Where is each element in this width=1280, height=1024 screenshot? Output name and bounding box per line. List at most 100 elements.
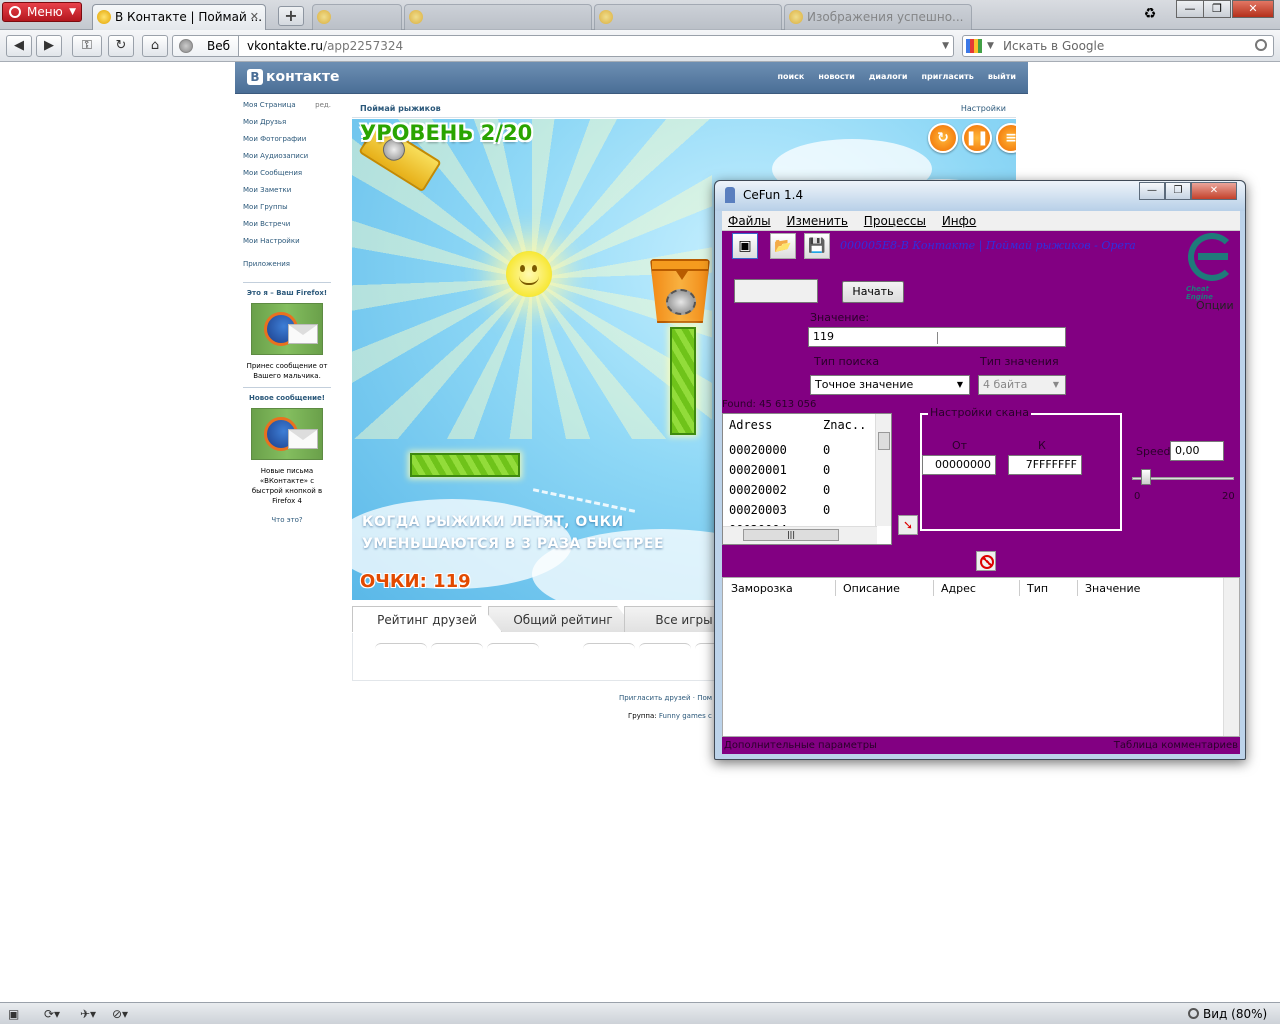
app-settings-link[interactable]: Настройки [961,104,1006,113]
tab-vkontakte[interactable]: В Контакте | Поймай ... ✕ [92,4,266,30]
chevron-down-icon[interactable]: ▼ [987,36,994,56]
stop-icon[interactable] [976,551,996,571]
left-menu-item-settings[interactable]: Мои Настройки [243,236,331,253]
tab-background-2[interactable] [404,4,592,30]
vk-logo[interactable]: Bконтакте [247,69,339,85]
col-freeze[interactable]: Заморозка [731,582,793,595]
left-menu-item-notes[interactable]: Мои Заметки [243,185,331,202]
maximize-button[interactable]: ❐ [1203,0,1231,18]
forward-button[interactable]: ▶ [36,35,62,57]
left-menu-item-friends[interactable]: Мои Друзья [243,117,331,134]
menu-icon[interactable]: ≡ [996,123,1016,153]
restart-icon[interactable]: ↻ [928,123,958,153]
left-menu-item-my-page[interactable]: Моя Страница ред. [243,100,331,117]
nav-invite[interactable]: пригласить [922,70,974,84]
from-address-input[interactable]: 00000000 [922,455,996,475]
open-folder-icon[interactable]: 📂 [770,233,796,259]
chevron-down-icon[interactable]: ▼ [942,36,949,56]
add-to-list-arrow-icon[interactable]: ➘ [898,515,918,535]
green-crate-vertical[interactable] [670,327,696,435]
list-item[interactable]: 00020001 0 [723,460,877,480]
col-value[interactable]: Значение [1085,582,1140,595]
edit-link[interactable]: ред. [315,100,331,110]
nav-dialogs[interactable]: диалоги [869,70,908,84]
tab-background-1[interactable] [312,4,402,30]
advanced-options-link[interactable]: Дополнительные параметры [724,737,877,754]
back-button[interactable]: ◀ [6,35,32,57]
footer-links[interactable]: Пригласить друзей · Пом [619,694,712,702]
list-item[interactable]: 00020002 0 [723,480,877,500]
tab-friends-rating[interactable]: Рейтинг друзей [352,606,502,632]
value-type-select[interactable]: 4 байта ▼ [978,375,1066,395]
rating-slot[interactable] [431,643,483,653]
scan-type-select[interactable]: Точное значение ▼ [810,375,970,395]
left-menu-item-apps[interactable]: Приложения [243,259,331,276]
left-menu-item-photos[interactable]: Мои Фотографии [243,134,331,151]
zoom-control[interactable]: Вид (80%) [1188,1006,1267,1022]
minimize-button[interactable]: — [1139,182,1165,200]
menu-info[interactable]: Инфо [942,211,976,231]
rating-slot[interactable] [639,643,691,653]
footer-group-link[interactable]: Funny games c [659,712,712,720]
key-icon[interactable]: ⚿ [72,35,102,57]
options-link[interactable]: Опции [1196,299,1234,312]
google-icon[interactable] [966,39,982,53]
close-tab-icon[interactable]: ✕ [250,5,259,29]
comments-table-link[interactable]: Таблица комментариев [1114,737,1238,754]
list-item[interactable]: 00020003 0 [723,500,877,520]
value-input[interactable]: 119 [808,327,1066,347]
minimize-button[interactable]: — [1176,0,1204,18]
address-input[interactable]: vkontakte.ru/app2257324 ▼ [238,35,954,57]
menu-edit[interactable]: Изменить [786,211,848,231]
col-value[interactable]: Znac.. [823,414,866,436]
rating-slot[interactable] [487,643,539,653]
select-process-icon[interactable]: ▣ [732,233,758,259]
pause-icon[interactable]: ❚❚ [962,123,992,153]
horizontal-scrollbar[interactable]: ||| [723,526,877,544]
menu-files[interactable]: Файлы [728,211,771,231]
opera-menu-button[interactable]: Меню ▼ [2,2,82,22]
close-window-button[interactable]: ✕ [1232,0,1274,18]
rating-slot[interactable] [583,643,635,653]
tab-background-3[interactable] [594,4,782,30]
green-crate-horizontal[interactable] [410,453,520,477]
unite-icon[interactable]: ⊘▾ [112,1006,128,1022]
start-scan-button[interactable]: Начать [842,281,904,303]
search-icon[interactable] [1255,39,1267,51]
app-title[interactable]: Поймай рыжиков [360,104,441,113]
google-search-input[interactable]: ▼ Искать в Google [962,35,1274,57]
cheat-table[interactable]: Заморозка Описание Адрес Тип Значение [722,577,1240,737]
left-menu-item-events[interactable]: Мои Встречи [243,219,331,236]
speed-slider[interactable] [1132,469,1234,487]
promo-title[interactable]: Новое сообщение! [243,392,331,404]
nav-search[interactable]: поиск [778,70,805,84]
vertical-scrollbar[interactable] [875,414,891,526]
slider-handle[interactable] [1141,469,1151,485]
tab-global-rating[interactable]: Общий рейтинг [488,606,638,632]
left-menu-item-audio[interactable]: Мои Аудиозаписи [243,151,331,168]
sync-icon[interactable]: ⟳▾ [44,1006,60,1022]
new-tab-button[interactable]: + [278,6,304,26]
firefox-mail-icon[interactable] [251,303,323,355]
reload-button[interactable]: ↻ [108,35,134,57]
maximize-button[interactable]: ❐ [1165,182,1191,200]
firefox-mail-icon[interactable] [251,408,323,460]
save-icon[interactable]: 💾 [804,233,830,259]
col-address[interactable]: Адрес [941,582,976,595]
turbo-icon[interactable]: ✈▾ [80,1006,96,1022]
left-menu-item-messages[interactable]: Мои Сообщения [243,168,331,185]
menu-processes[interactable]: Процессы [864,211,926,231]
web-security-badge[interactable]: Веб [172,35,238,57]
address-list[interactable]: Adress Znac.. 00020000 0 00020001 0 000200… [722,413,892,545]
promo-title[interactable]: Это я – Ваш Firefox! [243,287,331,299]
vertical-scrollbar[interactable] [1223,578,1239,736]
speed-input[interactable]: 0,00 [1170,441,1224,461]
close-window-button[interactable]: ✕ [1191,182,1237,200]
tab-background-4[interactable]: Изображения успешно... [784,4,972,30]
trash-icon[interactable]: ♻ [1140,6,1160,26]
col-description[interactable]: Описание [843,582,900,595]
nav-logout[interactable]: выйти [988,70,1016,84]
home-button[interactable]: ⌂ [142,35,168,57]
left-menu-item-groups[interactable]: Мои Группы [243,202,331,219]
rating-slot[interactable] [375,643,427,653]
